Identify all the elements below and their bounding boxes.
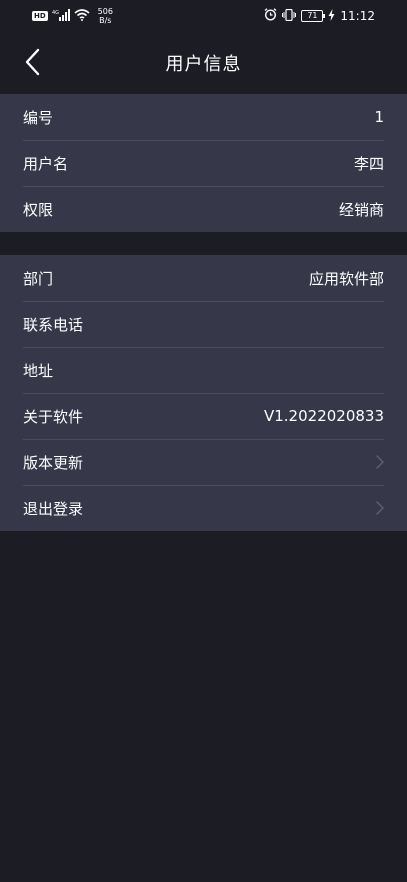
row-label: 地址 [23, 361, 54, 380]
status-right: 71 11:12 [264, 6, 375, 26]
version-update-button[interactable]: 版本更新 [0, 439, 407, 485]
row-phone: 联系电话 [0, 301, 407, 347]
network-speed-unit: B/s [99, 16, 112, 25]
vibrate-icon [282, 8, 297, 24]
row-department: 部门 应用软件部 [0, 255, 407, 301]
status-left: HD 4G 506 B/s [32, 6, 113, 26]
row-value: 1 [374, 108, 384, 126]
hd-badge: HD [32, 11, 48, 21]
user-info-group: 编号 1 用户名 李四 权限 经销商 [0, 94, 407, 232]
row-label: 关于软件 [23, 407, 84, 426]
network-speed-value: 506 [97, 7, 113, 16]
wifi-icon [74, 8, 90, 24]
alarm-icon [264, 8, 277, 24]
charging-icon [328, 8, 335, 24]
software-version: V1.2022020833 [263, 407, 384, 425]
row-label: 退出登录 [23, 499, 84, 518]
chevron-right-icon [376, 501, 384, 515]
page-title: 用户信息 [165, 54, 242, 75]
logout-button[interactable]: 退出登录 [0, 485, 407, 531]
clock: 11:12 [340, 9, 375, 23]
signal-icon: 4G [52, 8, 70, 24]
row-label: 联系电话 [23, 315, 84, 334]
row-label: 权限 [23, 200, 54, 219]
row-label: 版本更新 [23, 453, 84, 472]
row-username: 用户名 李四 [0, 140, 407, 186]
row-about-software: 关于软件 V1.2022020833 [0, 393, 407, 439]
nav-bar: 用户信息 [0, 32, 407, 94]
row-value: 李四 [353, 154, 384, 173]
row-permission: 权限 经销商 [0, 186, 407, 232]
row-id: 编号 1 [0, 94, 407, 140]
status-bar: HD 4G 506 B/s 71 11:12 [0, 0, 407, 32]
row-label: 部门 [23, 269, 54, 288]
row-address: 地址 [0, 347, 407, 393]
row-label: 用户名 [23, 154, 69, 173]
user-info-screen: HD 4G 506 B/s 71 11:12 用户信息 编号 1 用户名 李四 … [0, 0, 407, 882]
row-label: 编号 [23, 108, 54, 127]
network-speed: 506 B/s [98, 7, 113, 25]
chevron-right-icon [376, 455, 384, 469]
details-group: 部门 应用软件部 联系电话 地址 关于软件 V1.2022020833 版本更新… [0, 255, 407, 531]
row-value: 经销商 [338, 200, 384, 219]
battery-indicator: 71 [301, 10, 326, 22]
signal-gen-label: 4G [52, 10, 59, 16]
row-value: 应用软件部 [308, 269, 384, 288]
